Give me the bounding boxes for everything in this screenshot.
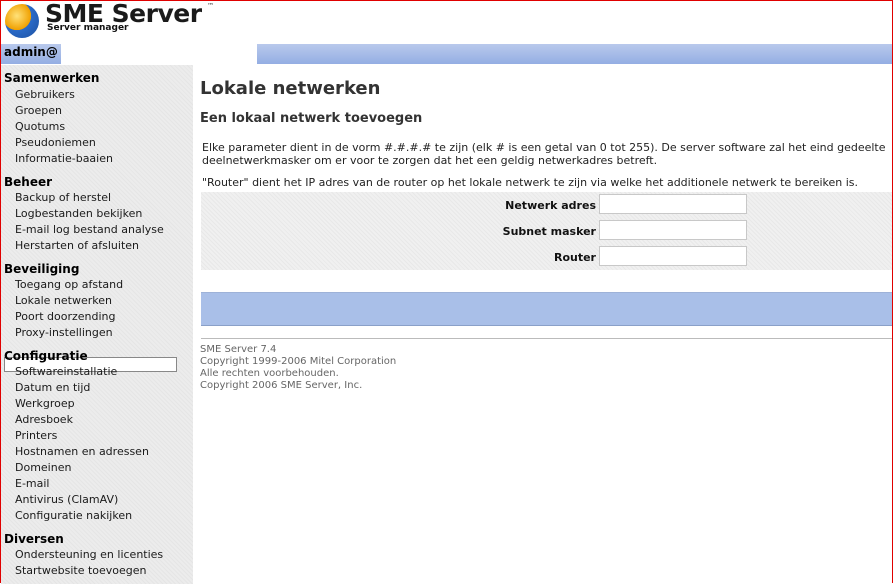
sme-logo-icon xyxy=(5,4,39,38)
description-line-1: Elke parameter dient in de vorm #.#.#.# … xyxy=(202,141,886,154)
network-address-input[interactable] xyxy=(599,194,747,214)
user-bar: admin@ xyxy=(1,44,892,64)
sidebar-item-informatie-baaien[interactable]: Informatie-baaien xyxy=(15,152,113,165)
sidebar-item-gebruikers[interactable]: Gebruikers xyxy=(15,88,75,101)
sidebar-heading-diversen: Diversen xyxy=(4,532,64,546)
sidebar-item-ondersteuning[interactable]: Ondersteuning en licenties xyxy=(15,548,163,561)
username-redacted xyxy=(61,44,257,64)
footer-version: SME Server 7.4 xyxy=(200,344,277,355)
sidebar-item-startwebsite[interactable]: Startwebsite toevoegen xyxy=(15,564,147,577)
sidebar-item-backup[interactable]: Backup of herstel xyxy=(15,191,111,204)
header: SME Server ™ Server manager xyxy=(1,0,892,43)
footer-copyright-sme: Copyright 2006 SME Server, Inc. xyxy=(200,380,363,391)
sidebar-item-lokale-netwerken[interactable]: Lokale netwerken xyxy=(15,294,112,307)
sidebar-item-werkgroep[interactable]: Werkgroep xyxy=(15,397,75,410)
footer-copyright-mitel: Copyright 1999-2006 Mitel Corporation xyxy=(200,356,397,367)
page-title: Lokale netwerken xyxy=(200,78,381,99)
sidebar-item-printers[interactable]: Printers xyxy=(15,429,57,442)
network-address-label: Netwerk adres xyxy=(505,199,596,212)
sidebar-item-poort[interactable]: Poort doorzending xyxy=(15,310,116,323)
footer-rights: Alle rechten voorbehouden. xyxy=(200,368,339,379)
sidebar-item-antivirus[interactable]: Antivirus (ClamAV) xyxy=(15,493,118,506)
sidebar-heading-configuratie: Configuratie xyxy=(4,349,88,363)
trademark: ™ xyxy=(207,2,214,10)
sidebar-item-email-log[interactable]: E-mail log bestand analyse xyxy=(15,223,164,236)
sidebar-nav: Samenwerken Gebruikers Groepen Quotums P… xyxy=(1,65,193,584)
sidebar-item-quotums[interactable]: Quotums xyxy=(15,120,65,133)
submit-bar xyxy=(201,292,892,326)
sidebar-heading-samenwerken: Samenwerken xyxy=(4,71,100,85)
sidebar-item-herstarten[interactable]: Herstarten of afsluiten xyxy=(15,239,139,252)
sidebar-item-configuratie-nakijken[interactable]: Configuratie nakijken xyxy=(15,509,132,522)
router-description: "Router" dient het IP adres van de route… xyxy=(202,176,859,189)
subnet-mask-input[interactable] xyxy=(599,220,747,240)
sidebar-item-hostnamen[interactable]: Hostnamen en adressen xyxy=(15,445,149,458)
description-line-2: deelnetwerkmasker om er voor te zorgen d… xyxy=(202,154,658,167)
router-input[interactable] xyxy=(599,246,747,266)
username: admin@ xyxy=(4,45,58,59)
router-label: Router xyxy=(553,251,596,264)
sidebar-item-proxy[interactable]: Proxy-instellingen xyxy=(15,326,113,339)
subnet-mask-label: Subnet masker xyxy=(502,225,596,238)
sidebar-item-domeinen[interactable]: Domeinen xyxy=(15,461,71,474)
network-form: Netwerk adres Subnet masker Router xyxy=(201,192,892,270)
sidebar-item-datum[interactable]: Datum en tijd xyxy=(15,381,90,394)
sidebar-item-toegang[interactable]: Toegang op afstand xyxy=(15,278,123,291)
sidebar-item-adresboek[interactable]: Adresboek xyxy=(15,413,73,426)
footer-divider xyxy=(201,338,892,339)
sidebar-item-logbestanden[interactable]: Logbestanden bekijken xyxy=(15,207,142,220)
sidebar-heading-beveiliging: Beveiliging xyxy=(4,262,80,276)
sidebar-item-email[interactable]: E-mail xyxy=(15,477,50,490)
app-subtitle: Server manager xyxy=(47,23,129,33)
sidebar-heading-beheer: Beheer xyxy=(4,175,53,189)
main-content: Lokale netwerken Een lokaal netwerk toev… xyxy=(193,65,892,584)
sidebar-item-software[interactable]: Softwareinstallatie xyxy=(15,365,117,378)
sidebar-item-groepen[interactable]: Groepen xyxy=(15,104,62,117)
sidebar-item-pseudoniemen[interactable]: Pseudoniemen xyxy=(15,136,96,149)
page-subtitle: Een lokaal netwerk toevoegen xyxy=(200,111,423,126)
